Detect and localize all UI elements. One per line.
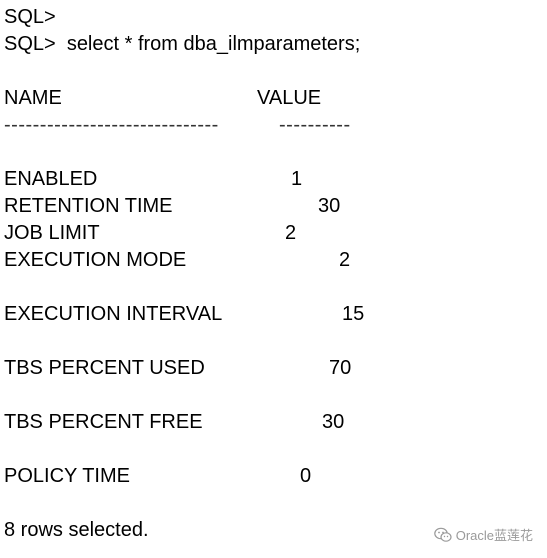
row-name: POLICY TIME [4, 465, 130, 487]
separator-name: ------------------------------ [4, 114, 219, 136]
row-name: EXECUTION INTERVAL [4, 303, 223, 325]
prompt-line: SQL> [4, 6, 56, 28]
query-line: SQL> select * from dba_ilmparameters; [4, 33, 361, 55]
row-value: 30 [322, 411, 345, 433]
row-name: ENABLED [4, 168, 98, 190]
watermark: Oracle蓝莲花 [433, 525, 533, 544]
rows-selected-footer: 8 rows selected. [4, 519, 149, 541]
row-value: 2 [285, 222, 297, 244]
row-value: 0 [300, 465, 312, 487]
row-value: 2 [339, 249, 351, 271]
watermark-text: Oracle蓝莲花 [455, 528, 533, 543]
row-name: TBS PERCENT FREE [4, 411, 203, 433]
row-name: RETENTION TIME [4, 195, 173, 217]
column-header-name: NAME [4, 87, 62, 109]
column-header-value: VALUE [257, 87, 322, 109]
wechat-icon [433, 527, 452, 542]
row-value: 30 [318, 195, 341, 217]
row-value: 15 [342, 303, 365, 325]
row-value: 70 [329, 357, 352, 379]
separator-value: ---------- [279, 114, 351, 136]
row-name: JOB LIMIT [4, 222, 100, 244]
row-name: EXECUTION MODE [4, 249, 187, 271]
row-value: 1 [291, 168, 303, 190]
row-name: TBS PERCENT USED [4, 357, 205, 379]
